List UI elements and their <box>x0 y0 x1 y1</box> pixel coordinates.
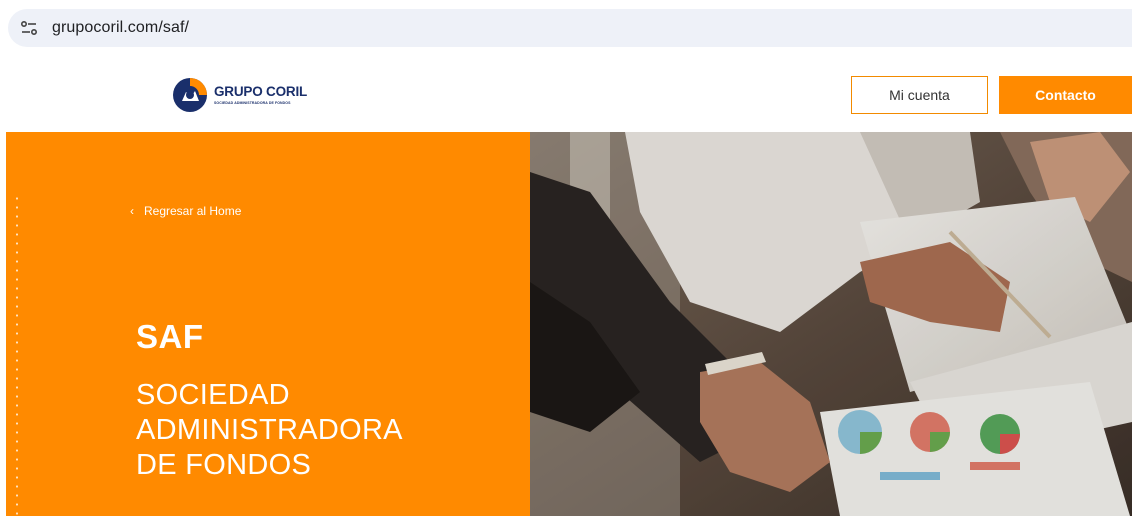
business-meeting-photo-icon <box>530 132 1132 516</box>
hero-panel: ‹ Regresar al Home SAF SOCIEDAD ADMINIST… <box>6 132 530 516</box>
logo-mark-icon <box>173 78 207 112</box>
page-title: SAF <box>136 318 204 355</box>
subtitle-line-2: ADMINISTRADORA <box>136 414 403 446</box>
grupo-coril-logo[interactable]: GRUPO CORIL SOCIEDAD ADMINISTRADORA DE F… <box>172 77 307 113</box>
logo-subtitle: SOCIEDAD ADMINISTRADORA DE FONDOS <box>214 101 291 105</box>
url-omnibox[interactable]: grupocoril.com/saf/ <box>8 9 1132 47</box>
back-to-home-link[interactable]: ‹ Regresar al Home <box>130 204 241 218</box>
my-account-button[interactable]: Mi cuenta <box>851 76 988 114</box>
hero-photo <box>530 132 1132 516</box>
subtitle-line-3: DE FONDOS <box>136 449 312 481</box>
logo-name: GRUPO CORIL <box>214 84 308 99</box>
browser-address-bar: grupocoril.com/saf/ <box>0 0 1132 58</box>
url-text[interactable]: grupocoril.com/saf/ <box>52 19 189 37</box>
page-subtitle: SOCIEDAD ADMINISTRADORA DE FONDOS <box>136 378 403 483</box>
back-link-label: Regresar al Home <box>144 204 242 218</box>
site-header: GRUPO CORIL SOCIEDAD ADMINISTRADORA DE F… <box>0 58 1132 132</box>
subtitle-line-1: SOCIEDAD <box>136 379 290 411</box>
site-info-icon[interactable] <box>12 9 46 47</box>
contact-button[interactable]: Contacto <box>999 76 1132 114</box>
decorative-dotted-line <box>16 194 18 516</box>
chevron-left-icon: ‹ <box>130 204 134 218</box>
